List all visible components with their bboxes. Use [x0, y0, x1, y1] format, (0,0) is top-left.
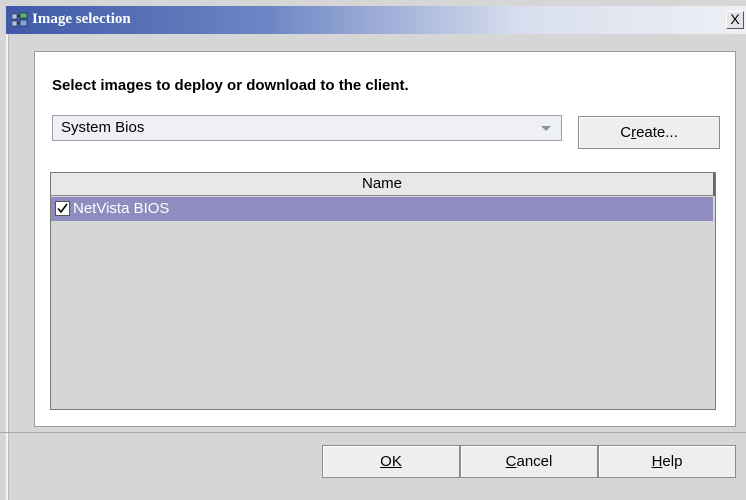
create-label-part-b: eate...: [636, 124, 678, 141]
create-button[interactable]: Create...: [578, 116, 720, 149]
ok-button-label: OK: [380, 453, 402, 470]
images-table: Name NetVista BIOS: [50, 172, 716, 410]
footer-divider: [0, 432, 746, 433]
computer-network-icon: [11, 12, 28, 28]
chevron-down-icon[interactable]: [541, 126, 551, 131]
row-name: NetVista BIOS: [73, 200, 170, 217]
cancel-label-mnemonic: C: [505, 453, 517, 470]
instruction-text: Select images to deploy or download to t…: [52, 77, 409, 94]
help-button[interactable]: Help: [598, 445, 736, 478]
cancel-button-label: Cancel: [506, 453, 553, 470]
column-header-name[interactable]: Name: [51, 173, 715, 196]
close-button[interactable]: X: [726, 11, 744, 29]
image-type-value: System Bios: [61, 119, 145, 136]
cancel-button[interactable]: Cancel: [460, 445, 598, 478]
help-label-mnemonic: H: [651, 453, 663, 470]
window-title: Image selection: [32, 11, 131, 27]
ok-button[interactable]: OK: [322, 445, 460, 478]
image-type-dropdown[interactable]: System Bios: [52, 115, 562, 141]
title-bar: Image selection X: [6, 6, 746, 34]
window-left-border: [6, 34, 9, 500]
create-label-part-a: C: [620, 124, 632, 141]
table-row[interactable]: NetVista BIOS: [51, 197, 713, 221]
row-checkbox[interactable]: [55, 201, 70, 216]
help-button-label: Help: [652, 453, 683, 470]
close-icon: X: [730, 11, 740, 27]
create-button-label: Create...: [620, 124, 678, 141]
checkmark-icon: [57, 203, 68, 214]
cancel-label-rest: ancel: [516, 453, 553, 470]
help-label-rest: elp: [662, 453, 683, 470]
